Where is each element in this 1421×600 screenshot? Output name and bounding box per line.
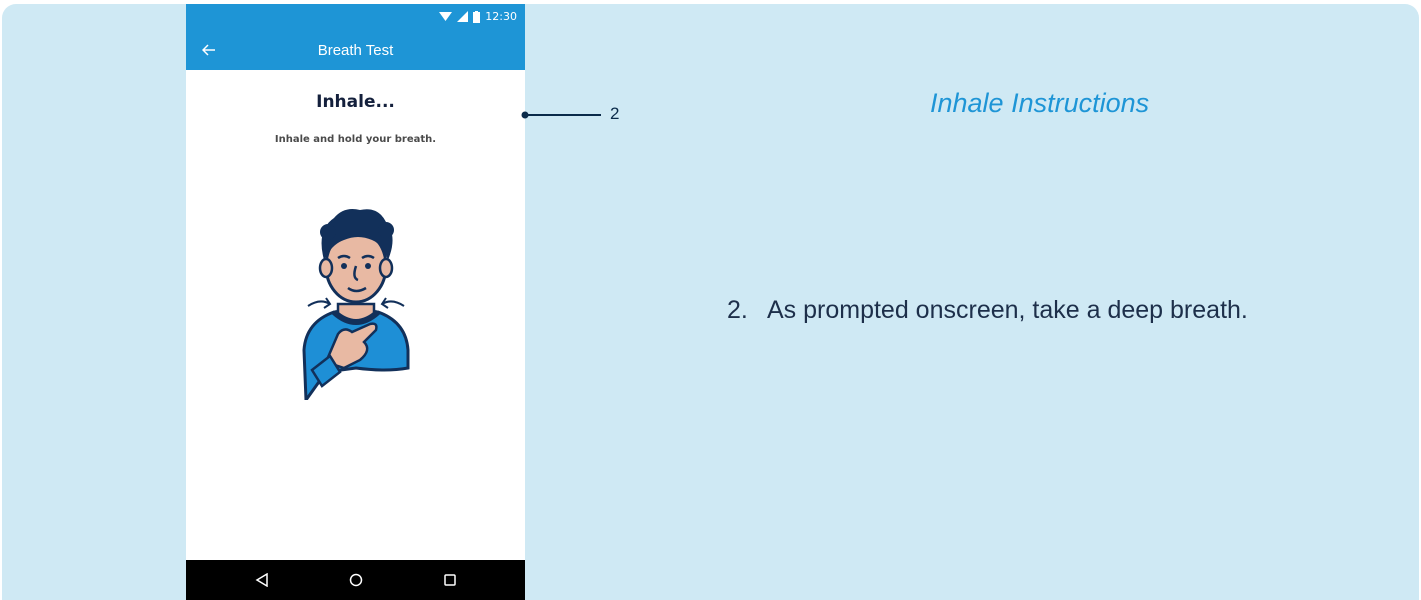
callout-number: 2 [610,104,620,123]
inhale-instruction-text: Inhale and hold your breath. [274,134,437,145]
person-inhaling-illustration [302,209,410,400]
status-bar: 12:30 [186,4,525,30]
step-item: 2. As prompted onscreen, take a deep brea… [727,296,1248,325]
instruction-panel: 12:30 Breath Test Inhale... Inhale and h… [2,4,1419,600]
phone-screen: 12:30 Breath Test Inhale... Inhale and h… [186,4,525,600]
step-number: 2. [727,296,748,324]
home-circle-icon [349,573,363,587]
nav-recents-button[interactable] [438,570,462,590]
recents-square-icon [444,574,456,586]
system-nav-bar [186,560,525,600]
app-bar-title: Breath Test [317,42,394,59]
battery-icon [473,10,481,23]
section-title: Inhale Instructions [930,88,1150,118]
status-time: 12:30 [485,10,517,23]
app-bar: Breath Test [186,30,525,70]
back-triangle-icon [255,573,268,587]
signal-icon [457,11,469,22]
step-text: As prompted onscreen, take a deep breath… [767,296,1248,324]
wifi-icon [439,12,453,21]
nav-back-button[interactable] [250,570,274,590]
inhale-heading: Inhale... [316,92,395,112]
nav-home-button[interactable] [344,570,368,590]
